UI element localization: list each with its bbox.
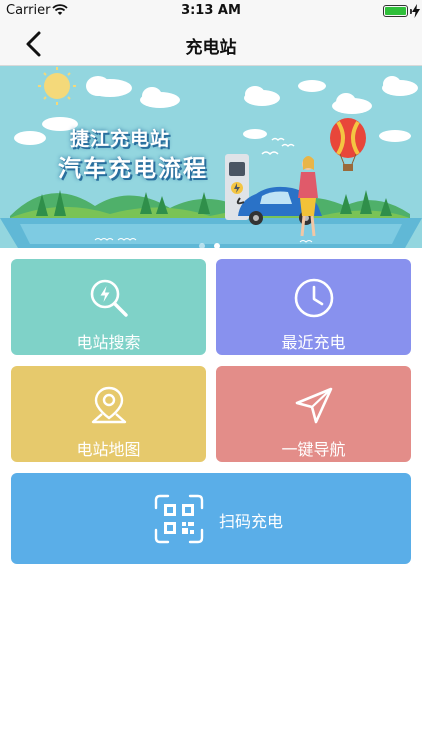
navigation-bar: 充电站 <box>0 22 422 66</box>
scan-to-charge-button[interactable]: 扫码充电 <box>11 473 411 564</box>
page-dot-1[interactable] <box>199 243 205 248</box>
banner-title-process: 汽车充电流程 <box>58 156 208 182</box>
promo-banner-carousel[interactable]: 捷江充电站 汽车充电流程 <box>0 66 422 248</box>
navigation-arrow-icon <box>295 387 332 424</box>
banner-page-indicator[interactable] <box>199 234 229 248</box>
station-map-button[interactable]: 电站地图 <box>11 366 206 462</box>
recent-charging-button[interactable]: 最近充电 <box>216 259 411 355</box>
one-key-navigation-button[interactable]: 一键导航 <box>216 366 411 462</box>
map-pin-icon <box>91 386 126 424</box>
clock-icon <box>294 278 333 318</box>
battery-level <box>385 7 406 15</box>
station-search-button[interactable]: 电站搜索 <box>11 259 206 355</box>
page-title: 充电站 <box>185 38 237 58</box>
search-bolt-icon <box>90 279 128 317</box>
station-search-label: 电站搜索 <box>76 333 141 352</box>
battery-icon <box>383 5 408 17</box>
charging-bolt-icon <box>412 4 420 18</box>
qr-code-icon <box>154 494 204 544</box>
one-key-navigation-label: 一键导航 <box>281 440 346 459</box>
clock-time: 3:13 AM <box>181 3 241 18</box>
status-bar: Carrier 3:13 AM <box>0 0 422 22</box>
scan-to-charge-label: 扫码充电 <box>219 512 284 531</box>
station-map-label: 电站地图 <box>76 440 141 459</box>
page-dot-2[interactable] <box>214 243 220 248</box>
banner-title-station: 捷江充电站 <box>70 128 171 150</box>
recent-charging-label: 最近充电 <box>281 333 346 352</box>
